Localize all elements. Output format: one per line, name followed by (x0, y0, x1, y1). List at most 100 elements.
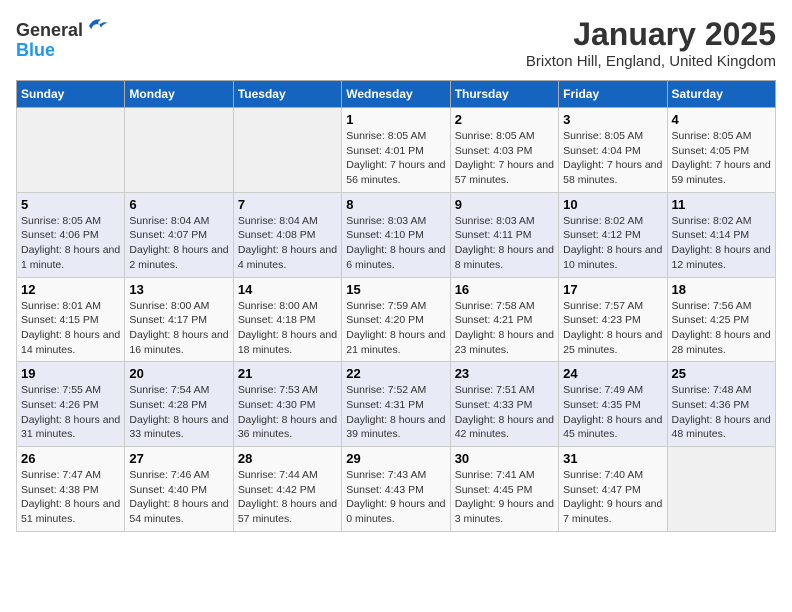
calendar-week-row: 19 Sunrise: 7:55 AM Sunset: 4:26 PM Dayli… (17, 362, 776, 447)
day-info: Sunrise: 8:05 AM Sunset: 4:06 PM Dayligh… (21, 214, 120, 273)
calendar-cell: 1Sunrise: 8:05 AM Sunset: 4:01 PM Daylig… (342, 108, 450, 193)
day-number: 6 (129, 197, 228, 212)
calendar-cell: 22 Sunrise: 7:52 AM Sunset: 4:31 PM Dayli… (342, 362, 450, 447)
day-info: Sunrise: 7:41 AM Sunset: 4:45 PM Dayligh… (455, 468, 554, 527)
day-info: Sunrise: 8:03 AM Sunset: 4:10 PM Dayligh… (346, 214, 445, 273)
calendar-cell: 28 Sunrise: 7:44 AM Sunset: 4:42 PM Dayli… (233, 447, 341, 532)
calendar-cell: 19 Sunrise: 7:55 AM Sunset: 4:26 PM Dayli… (17, 362, 125, 447)
calendar-cell: 4 Sunrise: 8:05 AM Sunset: 4:05 PM Daylig… (667, 108, 775, 193)
day-number: 27 (129, 451, 228, 466)
day-number: 19 (21, 366, 120, 381)
day-info: Sunrise: 7:52 AM Sunset: 4:31 PM Dayligh… (346, 383, 445, 442)
day-number: 12 (21, 282, 120, 297)
title-block: January 2025 Brixton Hill, England, Unit… (526, 16, 776, 70)
day-info: Sunrise: 8:05 AM Sunset: 4:01 PM Dayligh… (346, 129, 445, 188)
calendar-week-row: 1Sunrise: 8:05 AM Sunset: 4:01 PM Daylig… (17, 108, 776, 193)
day-info: Sunrise: 7:57 AM Sunset: 4:23 PM Dayligh… (563, 299, 662, 358)
day-number: 4 (672, 112, 771, 127)
day-number: 10 (563, 197, 662, 212)
day-number: 7 (238, 197, 337, 212)
calendar-week-row: 26 Sunrise: 7:47 AM Sunset: 4:38 PM Dayli… (17, 447, 776, 532)
day-info: Sunrise: 8:04 AM Sunset: 4:07 PM Dayligh… (129, 214, 228, 273)
day-info: Sunrise: 8:01 AM Sunset: 4:15 PM Dayligh… (21, 299, 120, 358)
calendar-cell: 7 Sunrise: 8:04 AM Sunset: 4:08 PM Daylig… (233, 192, 341, 277)
page-subtitle: Brixton Hill, England, United Kingdom (526, 53, 776, 70)
calendar-cell: 11 Sunrise: 8:02 AM Sunset: 4:14 PM Dayli… (667, 192, 775, 277)
weekday-header-monday: Monday (125, 81, 233, 108)
day-number: 8 (346, 197, 445, 212)
day-number: 15 (346, 282, 445, 297)
logo-blue-text: Blue (16, 40, 55, 60)
day-info: Sunrise: 7:44 AM Sunset: 4:42 PM Dayligh… (238, 468, 337, 527)
calendar-cell: 15 Sunrise: 7:59 AM Sunset: 4:20 PM Dayli… (342, 277, 450, 362)
calendar-cell: 8 Sunrise: 8:03 AM Sunset: 4:10 PM Daylig… (342, 192, 450, 277)
day-info: Sunrise: 7:53 AM Sunset: 4:30 PM Dayligh… (238, 383, 337, 442)
calendar-week-row: 12 Sunrise: 8:01 AM Sunset: 4:15 PM Dayli… (17, 277, 776, 362)
day-info: Sunrise: 8:04 AM Sunset: 4:08 PM Dayligh… (238, 214, 337, 273)
weekday-header-tuesday: Tuesday (233, 81, 341, 108)
calendar-week-row: 5Sunrise: 8:05 AM Sunset: 4:06 PM Daylig… (17, 192, 776, 277)
calendar-table: SundayMondayTuesdayWednesdayThursdayFrid… (16, 80, 776, 532)
calendar-cell: 5Sunrise: 8:05 AM Sunset: 4:06 PM Daylig… (17, 192, 125, 277)
weekday-header-friday: Friday (559, 81, 667, 108)
calendar-cell: 14 Sunrise: 8:00 AM Sunset: 4:18 PM Dayli… (233, 277, 341, 362)
day-info: Sunrise: 7:58 AM Sunset: 4:21 PM Dayligh… (455, 299, 554, 358)
day-info: Sunrise: 8:02 AM Sunset: 4:14 PM Dayligh… (672, 214, 771, 273)
day-number: 11 (672, 197, 771, 212)
day-info: Sunrise: 7:55 AM Sunset: 4:26 PM Dayligh… (21, 383, 120, 442)
calendar-cell: 25 Sunrise: 7:48 AM Sunset: 4:36 PM Dayli… (667, 362, 775, 447)
logo: General Blue (16, 16, 109, 61)
calendar-cell: 9 Sunrise: 8:03 AM Sunset: 4:11 PM Daylig… (450, 192, 558, 277)
calendar-cell: 2 Sunrise: 8:05 AM Sunset: 4:03 PM Daylig… (450, 108, 558, 193)
weekday-header-row: SundayMondayTuesdayWednesdayThursdayFrid… (17, 81, 776, 108)
day-number: 22 (346, 366, 445, 381)
day-info: Sunrise: 8:00 AM Sunset: 4:17 PM Dayligh… (129, 299, 228, 358)
logo-general-text: General (16, 20, 83, 40)
day-number: 29 (346, 451, 445, 466)
day-info: Sunrise: 8:05 AM Sunset: 4:05 PM Dayligh… (672, 129, 771, 188)
calendar-cell: 23Sunrise: 7:51 AM Sunset: 4:33 PM Dayli… (450, 362, 558, 447)
day-info: Sunrise: 8:00 AM Sunset: 4:18 PM Dayligh… (238, 299, 337, 358)
calendar-cell: 29 Sunrise: 7:43 AM Sunset: 4:43 PM Dayli… (342, 447, 450, 532)
day-number: 14 (238, 282, 337, 297)
day-number: 17 (563, 282, 662, 297)
calendar-cell: 16Sunrise: 7:58 AM Sunset: 4:21 PM Dayli… (450, 277, 558, 362)
page-title: January 2025 (526, 16, 776, 53)
logo-bird-icon (85, 16, 109, 36)
day-info: Sunrise: 8:05 AM Sunset: 4:03 PM Dayligh… (455, 129, 554, 188)
day-info: Sunrise: 7:48 AM Sunset: 4:36 PM Dayligh… (672, 383, 771, 442)
day-info: Sunrise: 7:43 AM Sunset: 4:43 PM Dayligh… (346, 468, 445, 527)
calendar-cell (125, 108, 233, 193)
calendar-cell: 21 Sunrise: 7:53 AM Sunset: 4:30 PM Dayli… (233, 362, 341, 447)
calendar-cell: 12 Sunrise: 8:01 AM Sunset: 4:15 PM Dayli… (17, 277, 125, 362)
weekday-header-thursday: Thursday (450, 81, 558, 108)
day-number: 21 (238, 366, 337, 381)
calendar-cell: 24Sunrise: 7:49 AM Sunset: 4:35 PM Dayli… (559, 362, 667, 447)
calendar-cell (667, 447, 775, 532)
day-number: 18 (672, 282, 771, 297)
day-number: 28 (238, 451, 337, 466)
weekday-header-saturday: Saturday (667, 81, 775, 108)
day-number: 13 (129, 282, 228, 297)
calendar-cell: 30Sunrise: 7:41 AM Sunset: 4:45 PM Dayli… (450, 447, 558, 532)
day-number: 2 (455, 112, 554, 127)
day-number: 9 (455, 197, 554, 212)
day-number: 3 (563, 112, 662, 127)
day-info: Sunrise: 7:56 AM Sunset: 4:25 PM Dayligh… (672, 299, 771, 358)
day-number: 20 (129, 366, 228, 381)
calendar-cell: 17 Sunrise: 7:57 AM Sunset: 4:23 PM Dayli… (559, 277, 667, 362)
day-info: Sunrise: 7:47 AM Sunset: 4:38 PM Dayligh… (21, 468, 120, 527)
day-info: Sunrise: 8:02 AM Sunset: 4:12 PM Dayligh… (563, 214, 662, 273)
day-number: 31 (563, 451, 662, 466)
day-info: Sunrise: 8:05 AM Sunset: 4:04 PM Dayligh… (563, 129, 662, 188)
day-number: 26 (21, 451, 120, 466)
page-header: General Blue January 2025 Brixton Hill, … (16, 16, 776, 70)
calendar-cell: 10 Sunrise: 8:02 AM Sunset: 4:12 PM Dayli… (559, 192, 667, 277)
calendar-cell (233, 108, 341, 193)
calendar-cell: 26 Sunrise: 7:47 AM Sunset: 4:38 PM Dayli… (17, 447, 125, 532)
day-number: 25 (672, 366, 771, 381)
day-info: Sunrise: 8:03 AM Sunset: 4:11 PM Dayligh… (455, 214, 554, 273)
day-info: Sunrise: 7:40 AM Sunset: 4:47 PM Dayligh… (563, 468, 662, 527)
day-number: 23 (455, 366, 554, 381)
day-info: Sunrise: 7:59 AM Sunset: 4:20 PM Dayligh… (346, 299, 445, 358)
